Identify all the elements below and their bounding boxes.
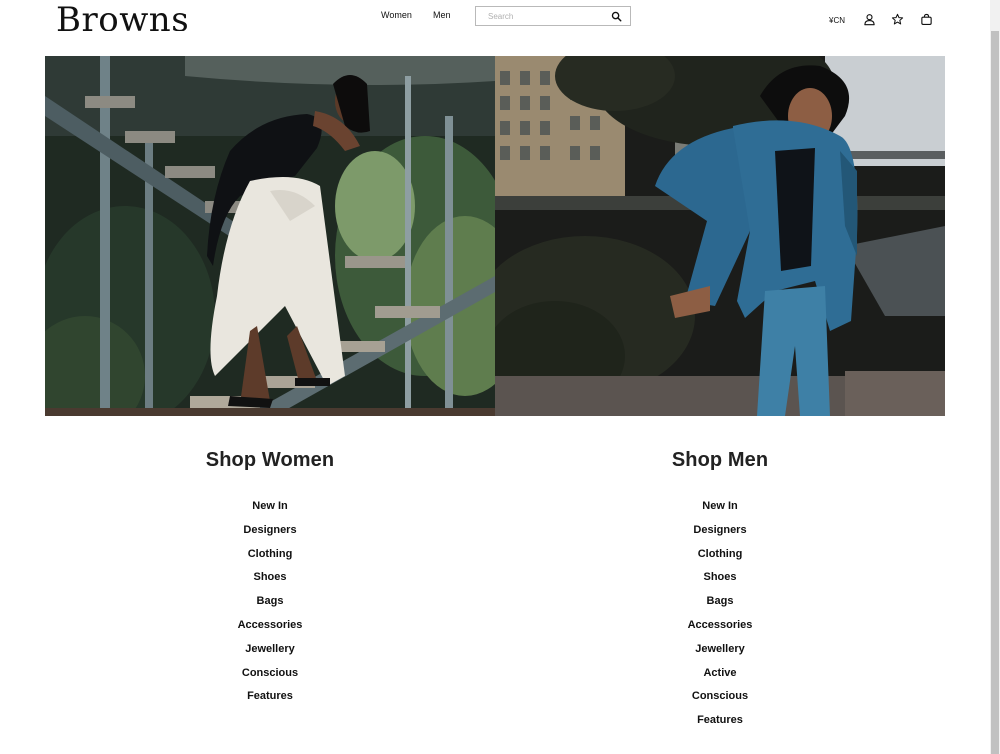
shopping-bag-icon[interactable]: [920, 13, 933, 26]
men-link-shoes[interactable]: Shoes: [703, 571, 736, 583]
page-scrollbar[interactable]: [990, 0, 1000, 754]
men-link-accessories[interactable]: Accessories: [688, 619, 753, 631]
women-link-conscious[interactable]: Conscious: [242, 667, 298, 679]
men-link-conscious[interactable]: Conscious: [692, 690, 748, 702]
shop-women-title[interactable]: Shop Women: [130, 448, 410, 472]
men-link-designers[interactable]: Designers: [693, 524, 746, 536]
men-link-active[interactable]: Active: [703, 667, 736, 679]
hero-image-men[interactable]: [495, 56, 945, 416]
wishlist-star-icon[interactable]: [891, 13, 904, 26]
shop-men-section: Shop Men New In Designers Clothing Shoes…: [580, 448, 860, 732]
search-input[interactable]: [476, 7, 606, 25]
women-link-clothing[interactable]: Clothing: [248, 548, 293, 560]
women-link-shoes[interactable]: Shoes: [253, 571, 286, 583]
search-box: [475, 6, 631, 26]
site-header: Browns Women Men ¥CN: [0, 0, 990, 34]
men-link-jewellery[interactable]: Jewellery: [695, 643, 745, 655]
account-icon[interactable]: [863, 13, 876, 26]
shop-women-section: Shop Women New In Designers Clothing Sho…: [130, 448, 410, 708]
women-link-accessories[interactable]: Accessories: [238, 619, 303, 631]
hero-banner: [45, 56, 945, 416]
shop-men-links: New In Designers Clothing Shoes Bags Acc…: [580, 494, 860, 732]
shop-men-title[interactable]: Shop Men: [580, 448, 860, 472]
women-link-jewellery[interactable]: Jewellery: [245, 643, 295, 655]
women-link-bags[interactable]: Bags: [257, 595, 284, 607]
shop-women-links: New In Designers Clothing Shoes Bags Acc…: [130, 494, 410, 708]
women-link-new-in[interactable]: New In: [252, 500, 287, 512]
women-link-designers[interactable]: Designers: [243, 524, 296, 536]
hero-image-women[interactable]: [45, 56, 495, 416]
search-icon[interactable]: [611, 11, 622, 22]
nav-women-link[interactable]: Women: [381, 10, 412, 20]
women-link-features[interactable]: Features: [247, 690, 293, 702]
nav-men-link[interactable]: Men: [433, 10, 451, 20]
men-link-clothing[interactable]: Clothing: [698, 548, 743, 560]
men-link-features[interactable]: Features: [697, 714, 743, 726]
scrollbar-thumb[interactable]: [991, 31, 999, 754]
currency-selector[interactable]: ¥CN: [829, 16, 845, 25]
browns-logo[interactable]: Browns: [56, 0, 189, 31]
men-link-new-in[interactable]: New In: [702, 500, 737, 512]
men-link-bags[interactable]: Bags: [707, 595, 734, 607]
